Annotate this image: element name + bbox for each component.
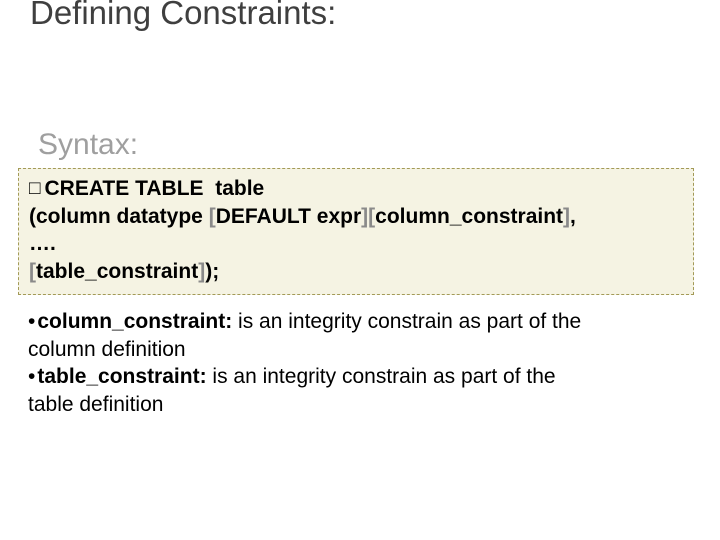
bullet-icon: • — [28, 363, 35, 391]
placeholder-table: table — [215, 177, 264, 200]
bracket-open-3: [ — [29, 260, 36, 283]
term-column-constraint: column_constraint: — [37, 310, 232, 333]
table-constraint: table_constraint — [36, 260, 198, 283]
code-line-3: …. — [29, 230, 683, 258]
description-block: •column_constraint: is an integrity cons… — [28, 308, 668, 419]
slide-title: Defining Constraints: — [30, 0, 336, 32]
term-table-constraint: table_constraint: — [37, 365, 206, 388]
code-line-4: [table_constraint]); — [29, 258, 683, 286]
ellipsis: …. — [29, 232, 56, 255]
slide: Defining Constraints: Syntax: □CREATE TA… — [0, 0, 720, 540]
closing: ); — [205, 260, 219, 283]
default-expr: DEFAULT expr — [216, 205, 361, 228]
kw-create-table: CREATE TABLE — [44, 177, 203, 200]
col-datatype: (column datatype — [29, 205, 209, 228]
code-line-2: (column datatype [DEFAULT expr][column_c… — [29, 203, 683, 231]
desc-text-2a: is an integrity constrain as part of the — [207, 365, 556, 388]
checkbox-icon: □ — [29, 176, 40, 201]
bullet-icon: • — [28, 308, 35, 336]
code-line-1: □CREATE TABLE table — [29, 175, 683, 203]
column-constraint: column_constraint — [375, 205, 563, 228]
desc-line-2: •table_constraint: is an integrity const… — [28, 363, 668, 391]
desc-text-1a: is an integrity constrain as part of the — [232, 310, 581, 333]
bracket-open-1: [ — [209, 205, 216, 228]
syntax-heading: Syntax: — [38, 128, 138, 162]
syntax-code-box: □CREATE TABLE table (column datatype [DE… — [18, 168, 694, 295]
desc-line-2b: table definition — [28, 391, 668, 419]
bracket-close-2: ] — [563, 205, 570, 228]
comma: , — [570, 205, 576, 228]
desc-line-1: •column_constraint: is an integrity cons… — [28, 308, 668, 336]
space — [204, 177, 216, 200]
desc-line-1b: column definition — [28, 336, 668, 364]
